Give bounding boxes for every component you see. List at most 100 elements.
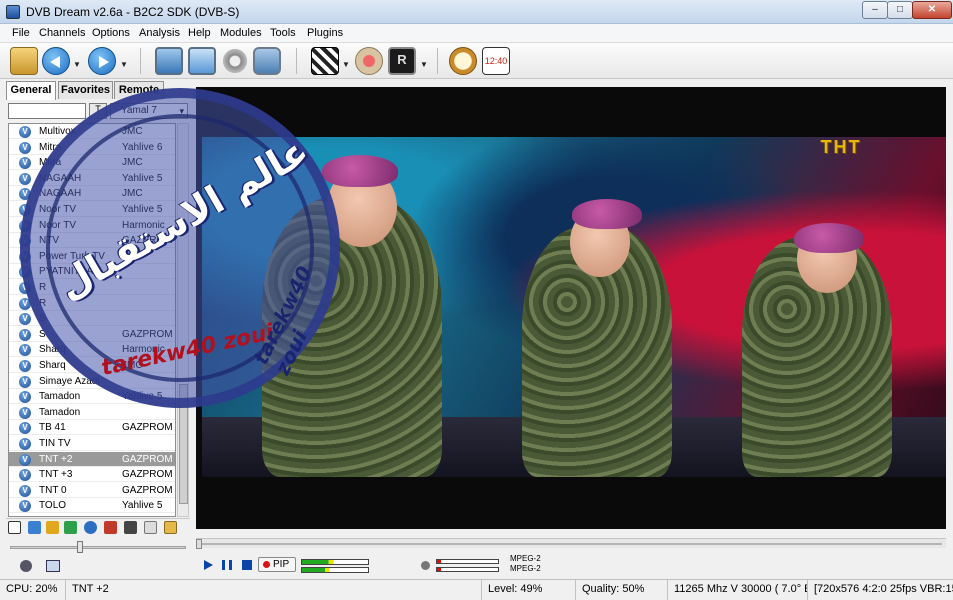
channel-row[interactable]: V Multivox JMC — [9, 124, 175, 139]
tools-icon[interactable] — [124, 521, 137, 534]
channel-list-scrollbar[interactable] — [177, 123, 189, 517]
channel-row[interactable]: V Power Turk TV — [9, 249, 175, 264]
monitor-icon[interactable] — [155, 47, 183, 75]
channel-row[interactable]: V PYATNITSA — [9, 264, 175, 280]
status-quality: Quality: 50% — [576, 580, 668, 600]
performer-center-beret — [572, 199, 642, 229]
clapperboard-icon[interactable] — [311, 47, 339, 75]
channel-row[interactable]: V S GAZPROM — [9, 327, 175, 342]
channel-row[interactable]: V NTV GAZPROM — [9, 233, 175, 249]
volume-slider-thumb[interactable] — [77, 541, 83, 553]
back-dropdown-icon[interactable]: ▼ — [73, 60, 81, 69]
channel-search-input[interactable] — [8, 103, 86, 119]
heart-icon[interactable] — [104, 521, 117, 534]
channel-row[interactable]: V TNT +3 GAZPROM — [9, 467, 175, 483]
channel-row[interactable]: V TIN TV — [9, 436, 175, 451]
maximize-button[interactable]: □ — [887, 1, 913, 19]
channel-row[interactable]: VR — [9, 280, 175, 295]
diamond-blue-icon[interactable] — [28, 521, 41, 534]
gear-icon[interactable] — [221, 47, 249, 75]
menu-file[interactable]: File — [12, 27, 30, 39]
menu-channels[interactable]: Channels — [39, 27, 85, 39]
satellite-select[interactable]: Yamal 7 — [110, 103, 188, 119]
speaker-icon[interactable] — [20, 560, 32, 572]
forward-dropdown-icon[interactable]: ▼ — [120, 60, 128, 69]
channel-row[interactable]: V NAGAAH JMC — [9, 186, 175, 202]
seek-track[interactable] — [200, 543, 942, 545]
toolbar-separator — [296, 48, 297, 74]
channel-row[interactable]: V Noor TV Harmonic — [9, 218, 175, 233]
document-icon[interactable] — [144, 521, 157, 534]
audio-icon[interactable] — [421, 561, 430, 570]
back-icon[interactable] — [42, 47, 70, 75]
video-codec: MPEG-2 — [510, 554, 541, 563]
edit-icon[interactable] — [164, 521, 177, 534]
timer-icon[interactable]: 12:40 — [482, 47, 510, 75]
filter-button[interactable]: T — [89, 103, 107, 119]
channel-provider: GAZPROM — [122, 328, 173, 340]
channel-row[interactable]: V Sharq JMC — [9, 358, 175, 373]
info-icon[interactable] — [84, 521, 97, 534]
menu-tools[interactable]: Tools — [270, 27, 296, 39]
channel-type-icon: V — [19, 141, 31, 154]
diamond-yellow-icon[interactable] — [46, 521, 59, 534]
channel-row[interactable]: V TNT 0 GAZPROM — [9, 483, 175, 498]
channel-name: Multivox — [39, 126, 76, 137]
minimize-button[interactable]: – — [862, 1, 888, 19]
clapperboard-dropdown-icon[interactable]: ▼ — [342, 60, 350, 69]
menu-modules[interactable]: Modules — [220, 27, 262, 39]
forward-icon[interactable] — [88, 47, 116, 75]
video-area[interactable]: THT — [196, 87, 946, 529]
tab-general[interactable]: General — [6, 81, 56, 100]
title-bar: DVB Dream v2.6a - B2C2 SDK (DVB-S) – □ ✕ — [0, 0, 953, 24]
stop-record-icon[interactable] — [355, 47, 383, 75]
channel-row[interactable]: V Noor TV Yahlive 5 — [9, 202, 175, 217]
panel-tabs: General Favorites Remote — [6, 81, 190, 100]
channel-row[interactable]: V TOLO Yahlive 5 — [9, 498, 175, 514]
scrollbar-thumb[interactable] — [179, 384, 188, 504]
channel-type-icon: V — [19, 328, 31, 341]
channel-row[interactable]: VS — [9, 311, 175, 327]
close-button[interactable]: ✕ — [912, 1, 952, 19]
channel-row[interactable]: VR — [9, 296, 175, 311]
channel-type-icon: V — [19, 360, 31, 372]
open-folder-icon[interactable] — [10, 47, 38, 75]
menu-plugins[interactable]: Plugins — [307, 27, 343, 39]
monitor-settings-icon[interactable] — [188, 47, 216, 75]
pause-icon[interactable] — [222, 560, 232, 570]
stop-icon[interactable] — [242, 560, 252, 570]
tab-remote[interactable]: Remote — [114, 81, 164, 99]
menu-bar: File Channels Options Analysis Help Modu… — [0, 24, 953, 43]
channel-name: Noor TV — [39, 219, 77, 231]
channel-row[interactable]: V Tamadon Yahlive 5 — [9, 389, 175, 405]
collapse-icon[interactable] — [8, 521, 21, 534]
channel-type-icon: V — [19, 391, 31, 404]
seek-bar[interactable] — [196, 538, 946, 549]
volume-slider-track[interactable] — [10, 546, 186, 549]
channel-row[interactable]: V TB 41 GAZPROM — [9, 420, 175, 436]
view-mode-icon[interactable] — [46, 560, 60, 572]
channel-row[interactable]: V Sharq Harmonic — [9, 342, 175, 358]
channel-row[interactable]: V Simaye Azadi — [9, 374, 175, 389]
diamond-green-icon[interactable] — [64, 521, 77, 534]
menu-options[interactable]: Options — [92, 27, 130, 39]
tab-favorites[interactable]: Favorites — [58, 81, 113, 99]
menu-analysis[interactable]: Analysis — [139, 27, 180, 39]
channel-row[interactable]: V Mitra Yahlive 6 — [9, 140, 175, 155]
status-level: Level: 49% — [482, 580, 576, 600]
play-icon[interactable] — [204, 560, 213, 570]
screen-icon[interactable] — [253, 47, 281, 75]
pip-button[interactable]: PIP — [258, 557, 296, 572]
channel-row[interactable]: V TNT +2 GAZPROM — [9, 451, 175, 467]
clock-icon[interactable] — [449, 47, 477, 75]
seek-knob[interactable] — [196, 539, 202, 549]
record-icon[interactable]: R — [388, 47, 416, 75]
menu-help[interactable]: Help — [188, 27, 211, 39]
channel-row[interactable]: V Mitra JMC — [9, 155, 175, 171]
channel-row[interactable]: V Tamadon — [9, 405, 175, 420]
record-dropdown-icon[interactable]: ▼ — [420, 60, 428, 69]
audio-meter-right — [301, 567, 369, 573]
channel-type-icon: V — [19, 188, 31, 201]
channel-row[interactable]: V NAGAAH Yahlive 5 — [9, 171, 175, 186]
channel-logo: THT — [820, 137, 862, 157]
